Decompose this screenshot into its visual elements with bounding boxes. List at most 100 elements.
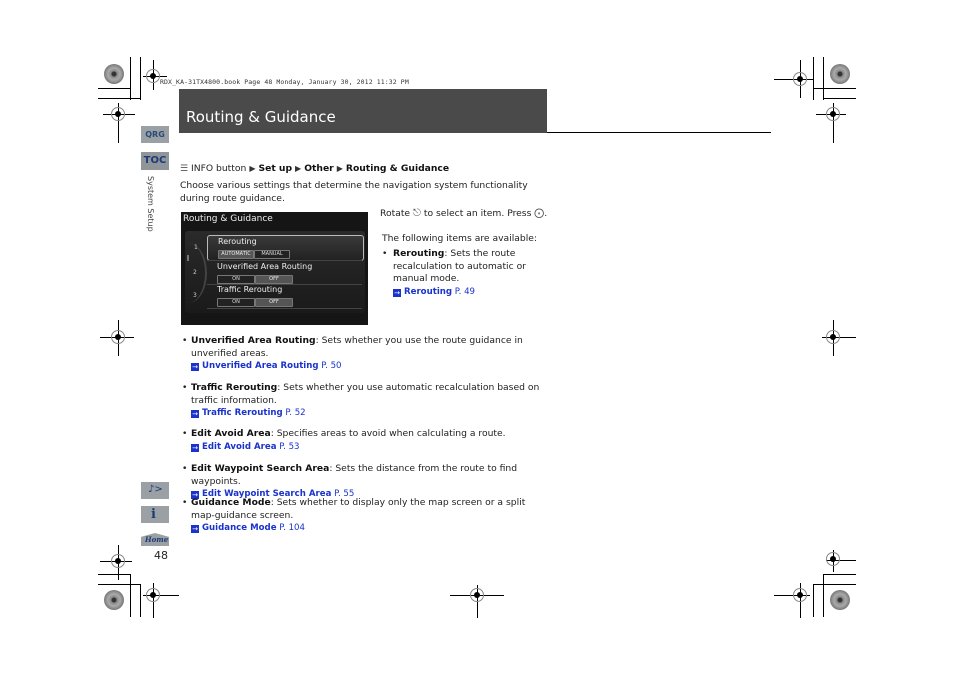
home-icon: Home <box>145 535 169 544</box>
cross-reference-link[interactable]: → Guidance Mode P. 104 <box>191 522 540 535</box>
bullet: • <box>382 248 388 259</box>
cross-reference-link[interactable]: → Unverified Area Routing P. 50 <box>191 360 550 373</box>
instruction-text: Rotate ⎋ to select an item. Press ⨀. <box>380 208 547 221</box>
list-item: • Edit Avoid Area: Specifies areas to av… <box>180 428 550 453</box>
breadcrumb-arrow-icon: ▶ <box>249 164 256 173</box>
breadcrumb-item: Set up <box>258 163 293 174</box>
registration-mark <box>470 588 484 602</box>
link-arrow-icon: → <box>191 410 199 418</box>
crop-line <box>98 98 141 99</box>
crop-line <box>823 98 856 99</box>
page-title: Routing & Guidance <box>186 108 336 126</box>
link-arrow-icon: → <box>393 288 401 297</box>
option-off: OFF <box>255 275 293 284</box>
item-term: Edit Waypoint Search Area <box>191 463 330 474</box>
bullet: • <box>182 382 188 393</box>
toc-button[interactable]: TOC <box>141 152 169 170</box>
instruction-end: . <box>544 208 548 219</box>
registration-mark <box>111 107 125 121</box>
list-item: • Rerouting: Sets the route recalculatio… <box>382 248 532 298</box>
row-number: 3 <box>193 292 197 299</box>
crop-line <box>823 574 856 575</box>
home-button[interactable]: Home <box>141 533 169 546</box>
item-term: Edit Avoid Area <box>191 428 271 439</box>
crop-line <box>823 574 824 617</box>
info-button-icon: ☰ <box>180 164 189 174</box>
info-icon: i <box>151 507 156 522</box>
rotate-label: Rotate <box>380 208 411 219</box>
available-label: The following items are available: <box>382 233 538 244</box>
registration-mark <box>146 588 160 602</box>
crop-line <box>130 574 131 617</box>
bullet: • <box>182 463 188 474</box>
breadcrumb-item: Other <box>304 163 334 174</box>
crop-line <box>98 584 141 585</box>
bullet: • <box>182 428 188 439</box>
option-manual: MANUAL <box>254 250 290 259</box>
registration-disc <box>830 64 850 84</box>
row-title: Rerouting <box>218 237 257 246</box>
cross-reference-link[interactable]: → Rerouting P. 49 <box>393 286 532 299</box>
item-term: Traffic Rerouting <box>191 382 278 393</box>
registration-disc <box>830 590 850 610</box>
screen-title: Routing & Guidance <box>183 214 273 224</box>
link-arrow-icon: → <box>191 363 199 371</box>
cross-reference-link[interactable]: → Traffic Rerouting P. 52 <box>191 407 550 420</box>
list-item: • Guidance Mode: Sets whether to display… <box>180 497 540 535</box>
section-label: System Setup <box>146 176 155 232</box>
registration-mark <box>826 330 840 344</box>
crop-line <box>140 584 141 617</box>
crop-line <box>813 584 856 585</box>
crop-line <box>140 57 141 100</box>
intro-text: Choose various settings that determine t… <box>180 180 528 204</box>
link-arrow-icon: → <box>191 525 199 533</box>
screen-row-rerouting: 1 Rerouting AUTOMATIC MANUAL <box>194 235 364 261</box>
row-divider <box>207 308 362 309</box>
breadcrumb-arrow-icon: ▶ <box>295 164 302 173</box>
crop-line <box>813 88 856 89</box>
bullet: • <box>182 335 188 346</box>
voice-command-icon: ♪> <box>148 484 163 495</box>
breadcrumb-arrow-icon: ▶ <box>336 164 343 173</box>
registration-mark <box>111 554 125 568</box>
bullet: • <box>182 497 188 508</box>
option-automatic: AUTOMATIC <box>218 250 254 259</box>
list-item: • Traffic Rerouting: Sets whether you us… <box>180 382 550 420</box>
qrg-button[interactable]: QRG <box>141 126 169 143</box>
crop-line <box>823 57 824 100</box>
registration-mark <box>793 588 807 602</box>
registration-disc <box>104 590 124 610</box>
item-desc: : Specifies areas to avoid when calculat… <box>270 428 506 439</box>
breadcrumb: ☰ INFO button ▶ Set up ▶ Other ▶ Routing & Gui… <box>180 163 449 176</box>
interface-dial-rotate-icon: ⎋ <box>413 208 421 219</box>
cross-reference-link[interactable]: → Edit Avoid Area P. 53 <box>191 441 550 454</box>
registration-mark <box>793 72 807 86</box>
breadcrumb-item: Routing & Guidance <box>345 163 450 174</box>
interface-dial-press-icon: ⨀ <box>534 208 545 219</box>
info-button[interactable]: i <box>141 506 169 523</box>
row-title: Unverified Area Routing <box>217 262 313 271</box>
item-term: Rerouting <box>393 248 445 259</box>
registration-disc <box>104 64 124 84</box>
option-on: ON <box>217 298 255 307</box>
print-slug: RDX_KA-31TX4800.book Page 48 Monday, Jan… <box>160 78 409 86</box>
screen-panel: 1 Rerouting AUTOMATIC MANUAL 2 Unverifie… <box>185 231 365 313</box>
breadcrumb-prefix: INFO button <box>191 163 247 174</box>
registration-mark <box>146 69 160 83</box>
nav-screen-image: Routing & Guidance 1 Rerouting AUTOMATIC… <box>181 212 368 325</box>
voice-command-button[interactable]: ♪> <box>141 482 169 499</box>
crop-line <box>98 88 131 89</box>
list-item: • Edit Waypoint Search Area: Sets the di… <box>180 463 555 501</box>
crop-line <box>130 57 131 100</box>
screen-row-unverified: 2 Unverified Area Routing ON OFF <box>193 261 362 285</box>
registration-mark <box>826 107 840 121</box>
crop-line <box>813 584 814 617</box>
registration-mark <box>111 330 125 344</box>
item-term: Unverified Area Routing <box>191 335 316 346</box>
list-item: • Unverified Area Routing: Sets whether … <box>180 335 550 373</box>
row-number: 2 <box>193 269 197 276</box>
header-rule <box>547 132 771 133</box>
page-number: 48 <box>154 549 168 562</box>
screen-row-traffic: 3 Traffic Rerouting ON OFF <box>193 284 362 308</box>
row-number: 1 <box>194 244 198 251</box>
